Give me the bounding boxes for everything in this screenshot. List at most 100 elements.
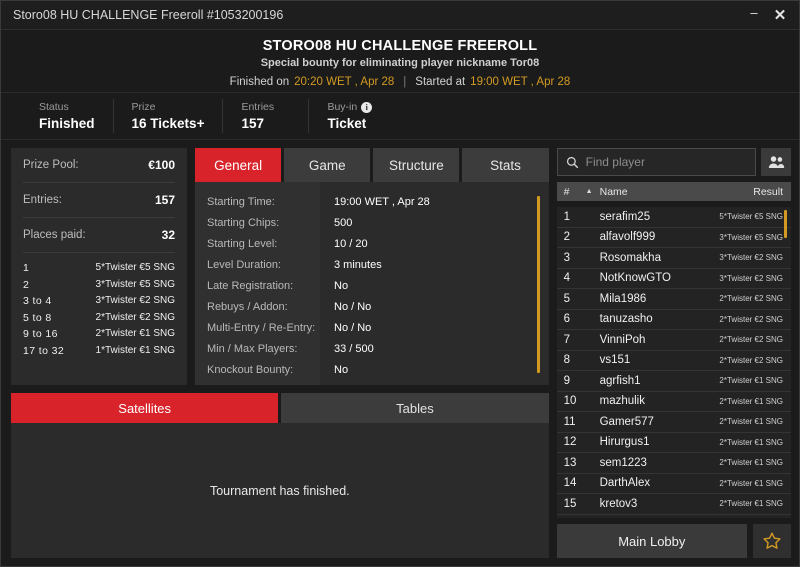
general-label: Late Registration: bbox=[207, 280, 294, 292]
column-header-result[interactable]: Result bbox=[753, 186, 783, 198]
player-result: 2*Twister €1 SNG bbox=[719, 458, 783, 468]
payout-row: 2 3*Twister €5 SNG bbox=[23, 277, 175, 294]
players-toggle-button[interactable] bbox=[761, 148, 791, 176]
tab-game[interactable]: Game bbox=[284, 148, 371, 182]
window-title: Storo08 HU CHALLENGE Freeroll #105320019… bbox=[13, 8, 284, 22]
prize-pool-key: Prize Pool: bbox=[23, 159, 79, 171]
tab-structure[interactable]: Structure bbox=[373, 148, 460, 182]
column-header-num[interactable]: # bbox=[564, 186, 586, 198]
player-row[interactable]: 15 kretov3 2*Twister €1 SNG bbox=[556, 494, 791, 515]
player-name: agrfish1 bbox=[599, 374, 641, 387]
prize-pool-panel: Prize Pool: €100 Entries: 157 Places pai… bbox=[11, 148, 187, 385]
tab-tables[interactable]: Tables bbox=[281, 393, 549, 423]
player-row[interactable]: 10 mazhulik 2*Twister €1 SNG bbox=[556, 392, 791, 412]
player-rank: 6 bbox=[563, 313, 571, 326]
general-value: 33 / 500 bbox=[334, 343, 374, 355]
player-result: 2*Twister €2 SNG bbox=[719, 335, 783, 345]
search-row bbox=[556, 148, 791, 176]
general-scrollbar[interactable] bbox=[536, 196, 540, 373]
tab-general[interactable]: General bbox=[195, 148, 282, 182]
buyin-label: Buy-in bbox=[327, 101, 358, 113]
payout-place: 5 to 8 bbox=[23, 311, 52, 324]
payout-award: 2*Twister €1 SNG bbox=[95, 328, 175, 339]
player-name: Hirurgus1 bbox=[599, 436, 650, 449]
minimize-button[interactable]: – bbox=[741, 3, 767, 27]
buyin-label-wrap: Buy-in i bbox=[327, 101, 376, 113]
places-paid-value: 32 bbox=[161, 228, 175, 242]
search-icon bbox=[566, 156, 578, 168]
player-name: NotKnowGTO bbox=[599, 272, 671, 285]
started-label: Started at bbox=[415, 75, 466, 88]
player-name: tanuzasho bbox=[599, 313, 653, 326]
player-row[interactable]: 7 VinniPoh 2*Twister €2 SNG bbox=[556, 330, 791, 351]
payout-place: 1 bbox=[23, 262, 30, 274]
player-list-scrollbar[interactable] bbox=[784, 210, 787, 238]
player-rank: 11 bbox=[563, 415, 576, 428]
column-header-name[interactable]: Name bbox=[600, 186, 754, 198]
tab-stats[interactable]: Stats bbox=[462, 148, 549, 182]
close-button[interactable]: ✕ bbox=[767, 3, 793, 27]
player-row[interactable]: 14 DarthAlex 2*Twister €1 SNG bbox=[556, 474, 791, 494]
info-tab-panel: General Game Structure Stats Starting Ti… bbox=[195, 148, 549, 385]
general-value: No / No bbox=[334, 322, 372, 334]
player-row[interactable]: 2 alfavolf999 3*Twister €5 SNG bbox=[556, 228, 791, 248]
player-name: Mila1986 bbox=[599, 292, 647, 305]
player-result: 2*Twister €2 SNG bbox=[719, 355, 783, 365]
player-row[interactable]: 1 serafim25 5*Twister €5 SNG bbox=[556, 207, 791, 228]
main-lobby-button[interactable]: Main Lobby bbox=[556, 524, 747, 558]
player-row[interactable]: 9 agrfish1 2*Twister €1 SNG bbox=[556, 371, 791, 392]
player-name: DarthAlex bbox=[599, 477, 651, 490]
player-rank: 3 bbox=[563, 251, 571, 264]
favorite-button[interactable] bbox=[753, 524, 791, 558]
player-rank: 1 bbox=[563, 210, 571, 223]
time-divider: | bbox=[403, 75, 407, 88]
general-tab-content: Starting Time: Starting Chips: Starting … bbox=[195, 182, 549, 385]
entries-row: Entries: 157 bbox=[23, 183, 175, 218]
player-row[interactable]: 8 vs151 2*Twister €2 SNG bbox=[556, 351, 791, 371]
player-result: 3*Twister €2 SNG bbox=[719, 253, 783, 263]
bottom-tab-panel: Satellites Tables Tournament has finishe… bbox=[11, 393, 549, 558]
info-icon[interactable]: i bbox=[361, 101, 373, 113]
prize-pool-row: Prize Pool: €100 bbox=[23, 148, 175, 183]
player-rank: 10 bbox=[563, 395, 577, 408]
player-name: mazhulik bbox=[599, 395, 645, 408]
general-label: Multi-Entry / Re-Entry: bbox=[207, 322, 316, 334]
player-name: VinniPoh bbox=[599, 333, 646, 346]
search-input[interactable] bbox=[585, 155, 747, 169]
player-rank: 14 bbox=[563, 477, 577, 490]
payout-row: 3 to 4 3*Twister €2 SNG bbox=[23, 293, 175, 310]
player-row[interactable]: 6 tanuzasho 2*Twister €2 SNG bbox=[556, 310, 791, 330]
player-name: Rosomakha bbox=[599, 251, 661, 264]
general-label: Min / Max Players: bbox=[207, 343, 298, 355]
payout-place: 2 bbox=[23, 278, 30, 291]
general-label: Starting Time: bbox=[207, 196, 275, 208]
search-box[interactable] bbox=[556, 148, 756, 176]
player-row[interactable]: 3 Rosomakha 3*Twister €2 SNG bbox=[556, 248, 791, 269]
player-result: 2*Twister €1 SNG bbox=[719, 376, 783, 386]
player-rank: 9 bbox=[563, 374, 571, 387]
payout-award: 2*Twister €2 SNG bbox=[95, 311, 175, 323]
player-rank: 15 bbox=[563, 497, 577, 510]
player-rank: 2 bbox=[563, 231, 571, 244]
general-value: No bbox=[334, 280, 349, 292]
general-value: 500 bbox=[334, 217, 353, 229]
player-row[interactable]: 5 Mila1986 2*Twister €2 SNG bbox=[556, 289, 791, 310]
player-row[interactable]: 4 NotKnowGTO 3*Twister €2 SNG bbox=[556, 269, 791, 289]
player-row[interactable]: 13 sem1223 2*Twister €1 SNG bbox=[556, 453, 791, 474]
player-row[interactable]: 11 Gamer577 2*Twister €1 SNG bbox=[556, 412, 791, 433]
player-result: 2*Twister €1 SNG bbox=[719, 396, 783, 406]
entries-key: Entries: bbox=[23, 194, 62, 206]
places-paid-key: Places paid: bbox=[23, 229, 86, 241]
payout-row: 5 to 8 2*Twister €2 SNG bbox=[23, 310, 175, 327]
player-row[interactable]: 12 Hirurgus1 2*Twister €1 SNG bbox=[556, 433, 791, 453]
sort-arrow-icon[interactable]: ▲ bbox=[586, 188, 600, 195]
started-time: 19:00 WET , Apr 28 bbox=[470, 75, 571, 88]
finished-label: Finished on bbox=[229, 75, 290, 88]
player-name: vs151 bbox=[599, 354, 631, 367]
tab-satellites[interactable]: Satellites bbox=[11, 393, 279, 423]
general-label: Level Duration: bbox=[207, 259, 281, 271]
player-list[interactable]: 1 serafim25 5*Twister €5 SNG 2 alfavolf9… bbox=[556, 207, 791, 518]
info-tabs: General Game Structure Stats bbox=[195, 148, 549, 182]
player-result: 2*Twister €1 SNG bbox=[719, 478, 783, 488]
player-result: 3*Twister €5 SNG bbox=[719, 232, 783, 242]
